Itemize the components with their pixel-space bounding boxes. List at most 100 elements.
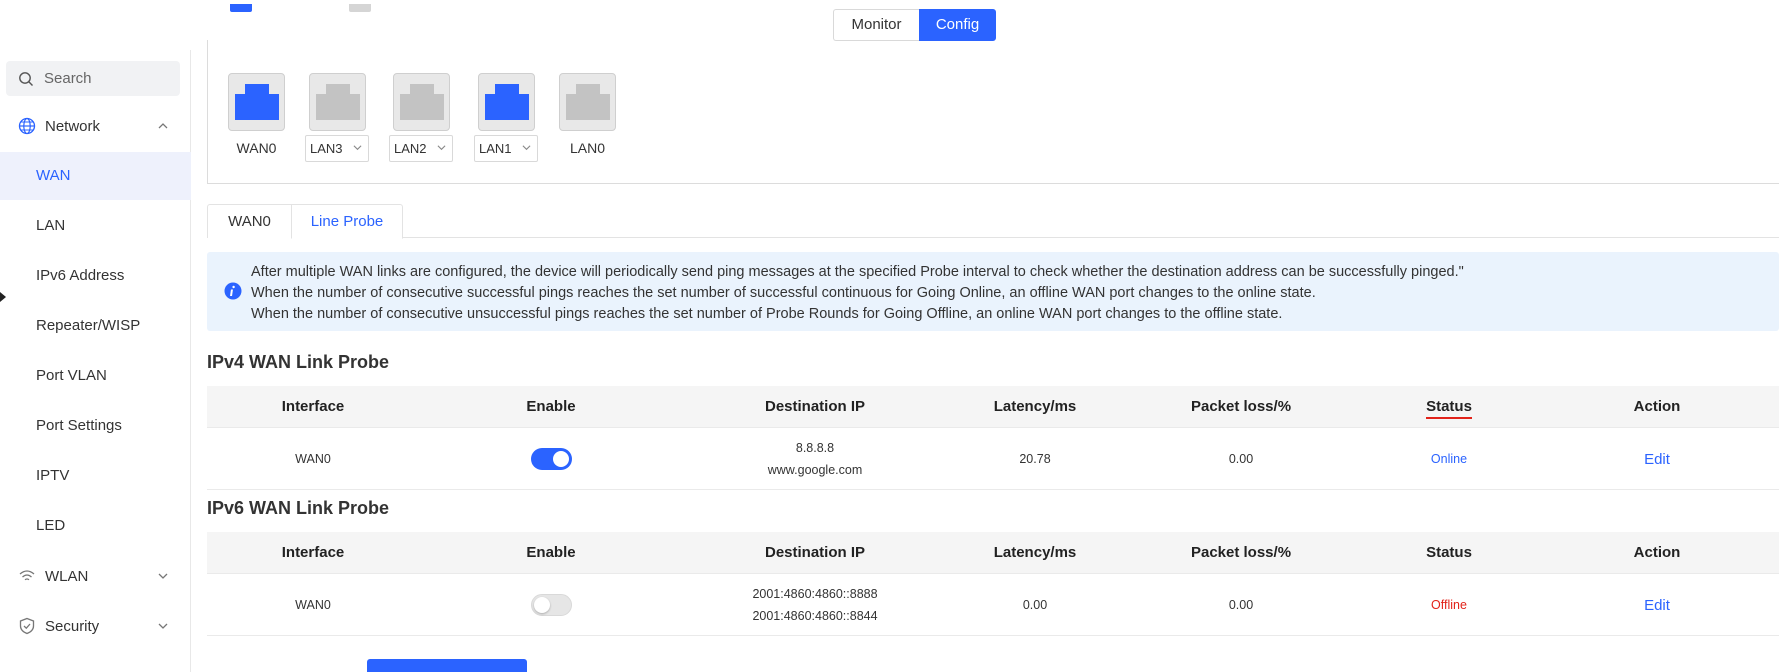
shield-icon	[19, 617, 35, 635]
ipv4-section-title: IPv4 WAN Link Probe	[207, 352, 390, 372]
destination-ip-primary: 8.8.8.8	[795, 441, 835, 455]
nav-group-label: Security	[45, 617, 100, 635]
tab-wan0[interactable]: WAN0	[207, 204, 291, 238]
nav-group-wlan[interactable]: WLAN	[0, 556, 191, 596]
port-label: WAN0	[236, 140, 277, 156]
port-indicator-inactive	[349, 4, 371, 12]
column-header-status: Status	[1426, 544, 1472, 561]
column-header-status: Status	[1359, 386, 1539, 428]
config-button[interactable]: Config	[919, 9, 996, 41]
monitor-button[interactable]: Monitor	[833, 9, 919, 41]
column-header-interface: Interface	[281, 398, 345, 415]
port-lan3[interactable]	[309, 73, 366, 131]
destination-ip-primary: 2001:4860:4860::8888	[752, 587, 878, 601]
cell-interface: WAN0	[295, 452, 331, 466]
save-button[interactable]	[367, 659, 527, 672]
search-icon	[19, 71, 33, 86]
info-banner: After multiple WAN links are configured,…	[207, 252, 1779, 331]
status-header-label: Status	[1426, 397, 1472, 419]
nav-group-security[interactable]: Security	[0, 606, 191, 646]
ethernet-port-icon	[566, 84, 610, 120]
edit-link[interactable]: Edit	[1539, 451, 1775, 468]
cell-packet-loss: 0.00	[1228, 452, 1254, 466]
column-header-destination-ip: Destination IP	[764, 544, 865, 561]
sidebar-item-wan[interactable]: WAN	[0, 152, 191, 200]
port-lan2[interactable]	[393, 73, 450, 131]
chevron-down-icon	[522, 145, 531, 151]
cell-latency: 20.78	[1019, 452, 1051, 466]
table-header: Interface Enable Destination IP Latency/…	[207, 532, 1779, 574]
cell-enable	[419, 428, 683, 490]
ethernet-port-icon	[235, 84, 279, 120]
sidebar-item-repeater-wisp[interactable]: Repeater/WISP	[0, 302, 191, 350]
column-header-latency: Latency/ms	[993, 544, 1077, 561]
app-root: Monitor Config Search Network WAN LAN IP…	[0, 0, 1779, 672]
cell-interface: WAN0	[295, 598, 331, 612]
column-header-enable: Enable	[526, 398, 576, 415]
cell-action: Edit	[1539, 574, 1775, 636]
port-label: LAN0	[569, 140, 606, 156]
sidebar-item-port-vlan[interactable]: Port VLAN	[0, 352, 191, 400]
table-row: WAN0 2001:4860:4860::8888 2001:4860:4860…	[207, 574, 1779, 636]
ethernet-port-icon	[316, 84, 360, 120]
nav-group-label: Network	[45, 117, 101, 135]
info-line: After multiple WAN links are configured,…	[251, 264, 1464, 280]
nav-group-label: WLAN	[45, 567, 89, 585]
port-select-lan3[interactable]: LAN3	[305, 135, 369, 162]
column-header-interface: Interface	[281, 544, 345, 561]
cell-destination-ip: 8.8.8.8 www.google.com	[683, 428, 947, 490]
port-wan0[interactable]	[228, 73, 285, 131]
column-header-action: Action	[1633, 544, 1681, 561]
info-line: When the number of consecutive successfu…	[251, 285, 1316, 301]
sidebar-item-port-settings[interactable]: Port Settings	[0, 402, 191, 450]
cell-enable	[419, 574, 683, 636]
sidebar-item-led[interactable]: LED	[0, 502, 191, 550]
tab-bar: WAN0 Line Probe	[207, 204, 1779, 239]
port-lan1[interactable]	[478, 73, 535, 131]
destination-ip-secondary: www.google.com	[767, 463, 863, 477]
chevron-down-icon	[353, 145, 362, 151]
chevron-up-icon	[158, 123, 168, 129]
wifi-icon	[19, 570, 35, 581]
column-header-packet-loss: Packet loss/%	[1190, 544, 1292, 561]
ethernet-port-icon	[400, 84, 444, 120]
cell-latency: 0.00	[1022, 598, 1048, 612]
enable-toggle[interactable]	[530, 448, 572, 470]
column-header-action: Action	[1633, 398, 1681, 415]
destination-ip-secondary: 2001:4860:4860::8844	[752, 609, 878, 623]
port-indicator-active	[230, 4, 252, 12]
status-online: Online	[1430, 452, 1468, 466]
port-select-value: LAN1	[479, 141, 512, 156]
port-select-value: LAN2	[394, 141, 427, 156]
info-icon	[224, 282, 242, 300]
column-header-latency: Latency/ms	[993, 398, 1077, 415]
table-row: WAN0 8.8.8.8 www.google.com 20.78 0.00 O…	[207, 428, 1779, 490]
port-select-value: LAN3	[310, 141, 343, 156]
enable-toggle[interactable]	[530, 594, 572, 616]
ethernet-port-icon	[485, 84, 529, 120]
cell-action: Edit	[1539, 428, 1775, 490]
tab-line-probe[interactable]: Line Probe	[291, 204, 403, 239]
chevron-down-icon	[437, 145, 446, 151]
chevron-down-icon	[158, 573, 168, 579]
port-select-lan1[interactable]: LAN1	[474, 135, 538, 162]
cell-packet-loss: 0.00	[1228, 598, 1254, 612]
globe-icon	[18, 117, 36, 135]
column-header-enable: Enable	[526, 544, 576, 561]
collapse-sidebar-handle[interactable]	[0, 292, 6, 302]
chevron-down-icon	[158, 623, 168, 629]
port-lan0[interactable]	[559, 73, 616, 131]
edit-link[interactable]: Edit	[1539, 597, 1775, 614]
cell-destination-ip: 2001:4860:4860::8888 2001:4860:4860::884…	[683, 574, 947, 636]
column-header-packet-loss: Packet loss/%	[1190, 398, 1292, 415]
ipv6-section-title: IPv6 WAN Link Probe	[207, 498, 390, 518]
search-input[interactable]: Search	[6, 61, 180, 96]
port-select-lan2[interactable]: LAN2	[389, 135, 453, 162]
mode-switch: Monitor Config	[833, 9, 996, 41]
sidebar-item-iptv[interactable]: IPTV	[0, 452, 191, 500]
info-line: When the number of consecutive unsuccess…	[251, 306, 1283, 322]
sidebar-item-ipv6-address[interactable]: IPv6 Address	[0, 252, 191, 300]
nav-group-network[interactable]: Network	[0, 106, 191, 146]
sidebar-item-lan[interactable]: LAN	[0, 202, 191, 250]
table-header: Interface Enable Destination IP Latency/…	[207, 386, 1779, 428]
